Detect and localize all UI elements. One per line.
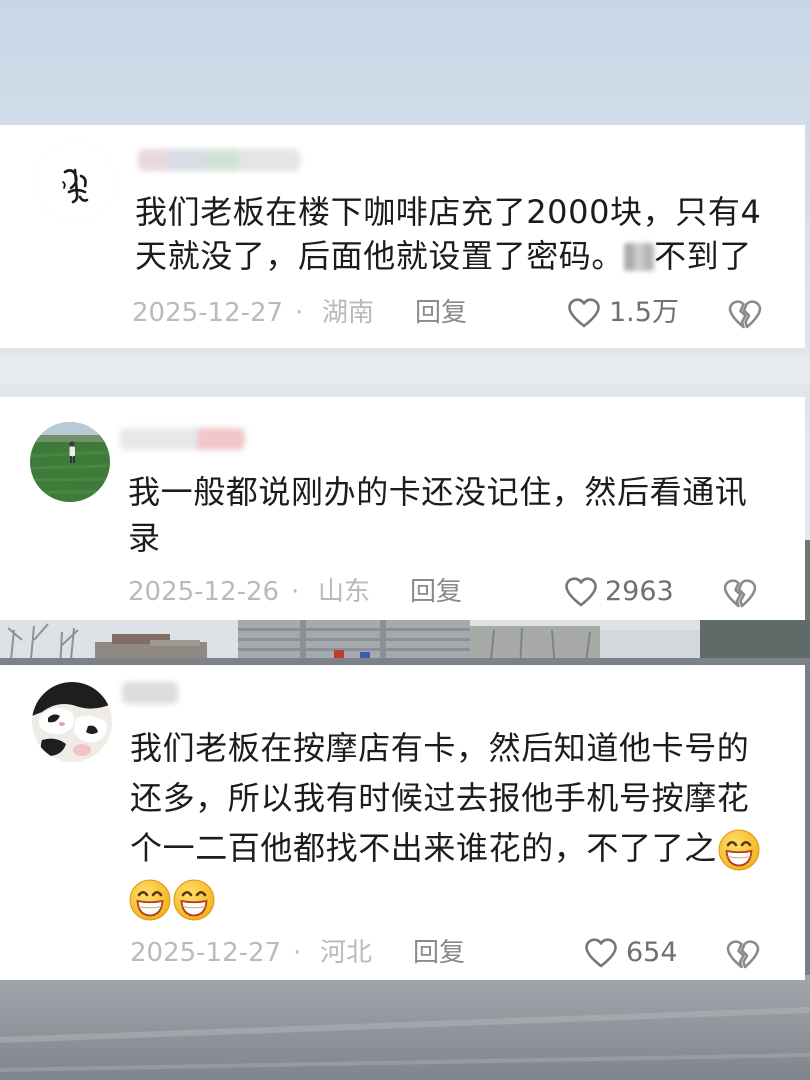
emoji-line bbox=[128, 873, 761, 923]
reply-button[interactable]: 回复 bbox=[410, 574, 462, 610]
blurred-character bbox=[624, 243, 655, 271]
comment-card: 我们老板在楼下咖啡店充了2000块，只有4 天就没了，后面他就设置了密码。 不到了… bbox=[0, 125, 805, 348]
meta-separator: · bbox=[293, 938, 302, 968]
comment-date: 2025-12-27 bbox=[130, 938, 282, 968]
heart-outline-icon[interactable] bbox=[567, 295, 601, 331]
comment-meta: 2025-12-27 · 湖南 回复 1.5万 bbox=[0, 295, 805, 331]
heart-outline-icon[interactable] bbox=[584, 935, 618, 971]
broken-heart-icon[interactable] bbox=[727, 295, 763, 331]
beaming-face-emoji-icon bbox=[172, 878, 216, 922]
meta-separator: · bbox=[291, 577, 300, 607]
heart-outline-icon[interactable] bbox=[564, 574, 598, 610]
comment-line: 我一般都说刚办的卡还没记住，然后看通讯 bbox=[128, 473, 748, 511]
comment-text: 我们老板在按摩店有卡，然后知道他卡号的 还多，所以我有时候过去报他手机号按摩花 … bbox=[130, 723, 761, 923]
like-count: 1.5万 bbox=[609, 297, 679, 328]
beaming-face-emoji-icon bbox=[717, 828, 761, 872]
calligraphy-avatar[interactable] bbox=[35, 142, 115, 222]
blurred-username[interactable] bbox=[138, 149, 300, 171]
comment-card: 我一般都说刚办的卡还没记住，然后看通讯 录 2025-12-26 · 山东 回复… bbox=[0, 397, 805, 620]
comment-line: 天就没了，后面他就设置了密码。 不到了 bbox=[135, 234, 761, 278]
comment-line: 我们老板在楼下咖啡店充了2000块，只有4 bbox=[135, 193, 762, 231]
comment-segment: 天就没了，后面他就设置了密码。 bbox=[135, 237, 625, 275]
reply-button[interactable]: 回复 bbox=[415, 295, 467, 331]
beaming-face-emoji-icon bbox=[128, 878, 172, 922]
cat-photo-avatar[interactable] bbox=[32, 682, 112, 762]
comment-location: 河北 bbox=[320, 938, 373, 968]
like-count: 2963 bbox=[605, 576, 674, 607]
comment-line: 录 bbox=[128, 519, 161, 557]
blurred-username[interactable] bbox=[120, 428, 245, 450]
comment-date: 2025-12-26 bbox=[128, 577, 280, 607]
comment-line: 我们老板在按摩店有卡，然后知道他卡号的 bbox=[130, 729, 750, 767]
broken-heart-icon[interactable] bbox=[722, 574, 758, 610]
comment-text: 我一般都说刚办的卡还没记住，然后看通讯 录 bbox=[128, 469, 747, 561]
comment-text: 我们老板在楼下咖啡店充了2000块，只有4 天就没了，后面他就设置了密码。 不到了 bbox=[135, 190, 761, 278]
comment-meta: 2025-12-27 · 河北 回复 654 bbox=[0, 935, 805, 971]
comment-location: 湖南 bbox=[322, 298, 375, 328]
comment-line: 还多，所以我有时候过去报他手机号按摩花 bbox=[130, 779, 750, 817]
comment-segment: 不到了 bbox=[654, 237, 752, 275]
meta-separator: · bbox=[295, 298, 304, 328]
blurred-username[interactable] bbox=[122, 682, 178, 704]
comment-meta: 2025-12-26 · 山东 回复 2963 bbox=[0, 574, 805, 610]
broken-heart-icon[interactable] bbox=[725, 935, 761, 971]
like-count: 654 bbox=[626, 937, 678, 968]
comment-location: 山东 bbox=[318, 577, 371, 607]
comment-line: 个一二百他都找不出来谁花的，不了了之 bbox=[130, 823, 761, 873]
comment-date: 2025-12-27 bbox=[132, 298, 284, 328]
comment-segment: 个一二百他都找不出来谁花的，不了了之 bbox=[130, 829, 717, 867]
comment-card: 我们老板在按摩店有卡，然后知道他卡号的 还多，所以我有时候过去报他手机号按摩花 … bbox=[0, 665, 805, 980]
reply-button[interactable]: 回复 bbox=[413, 935, 465, 971]
field-photo-avatar[interactable] bbox=[30, 422, 110, 502]
